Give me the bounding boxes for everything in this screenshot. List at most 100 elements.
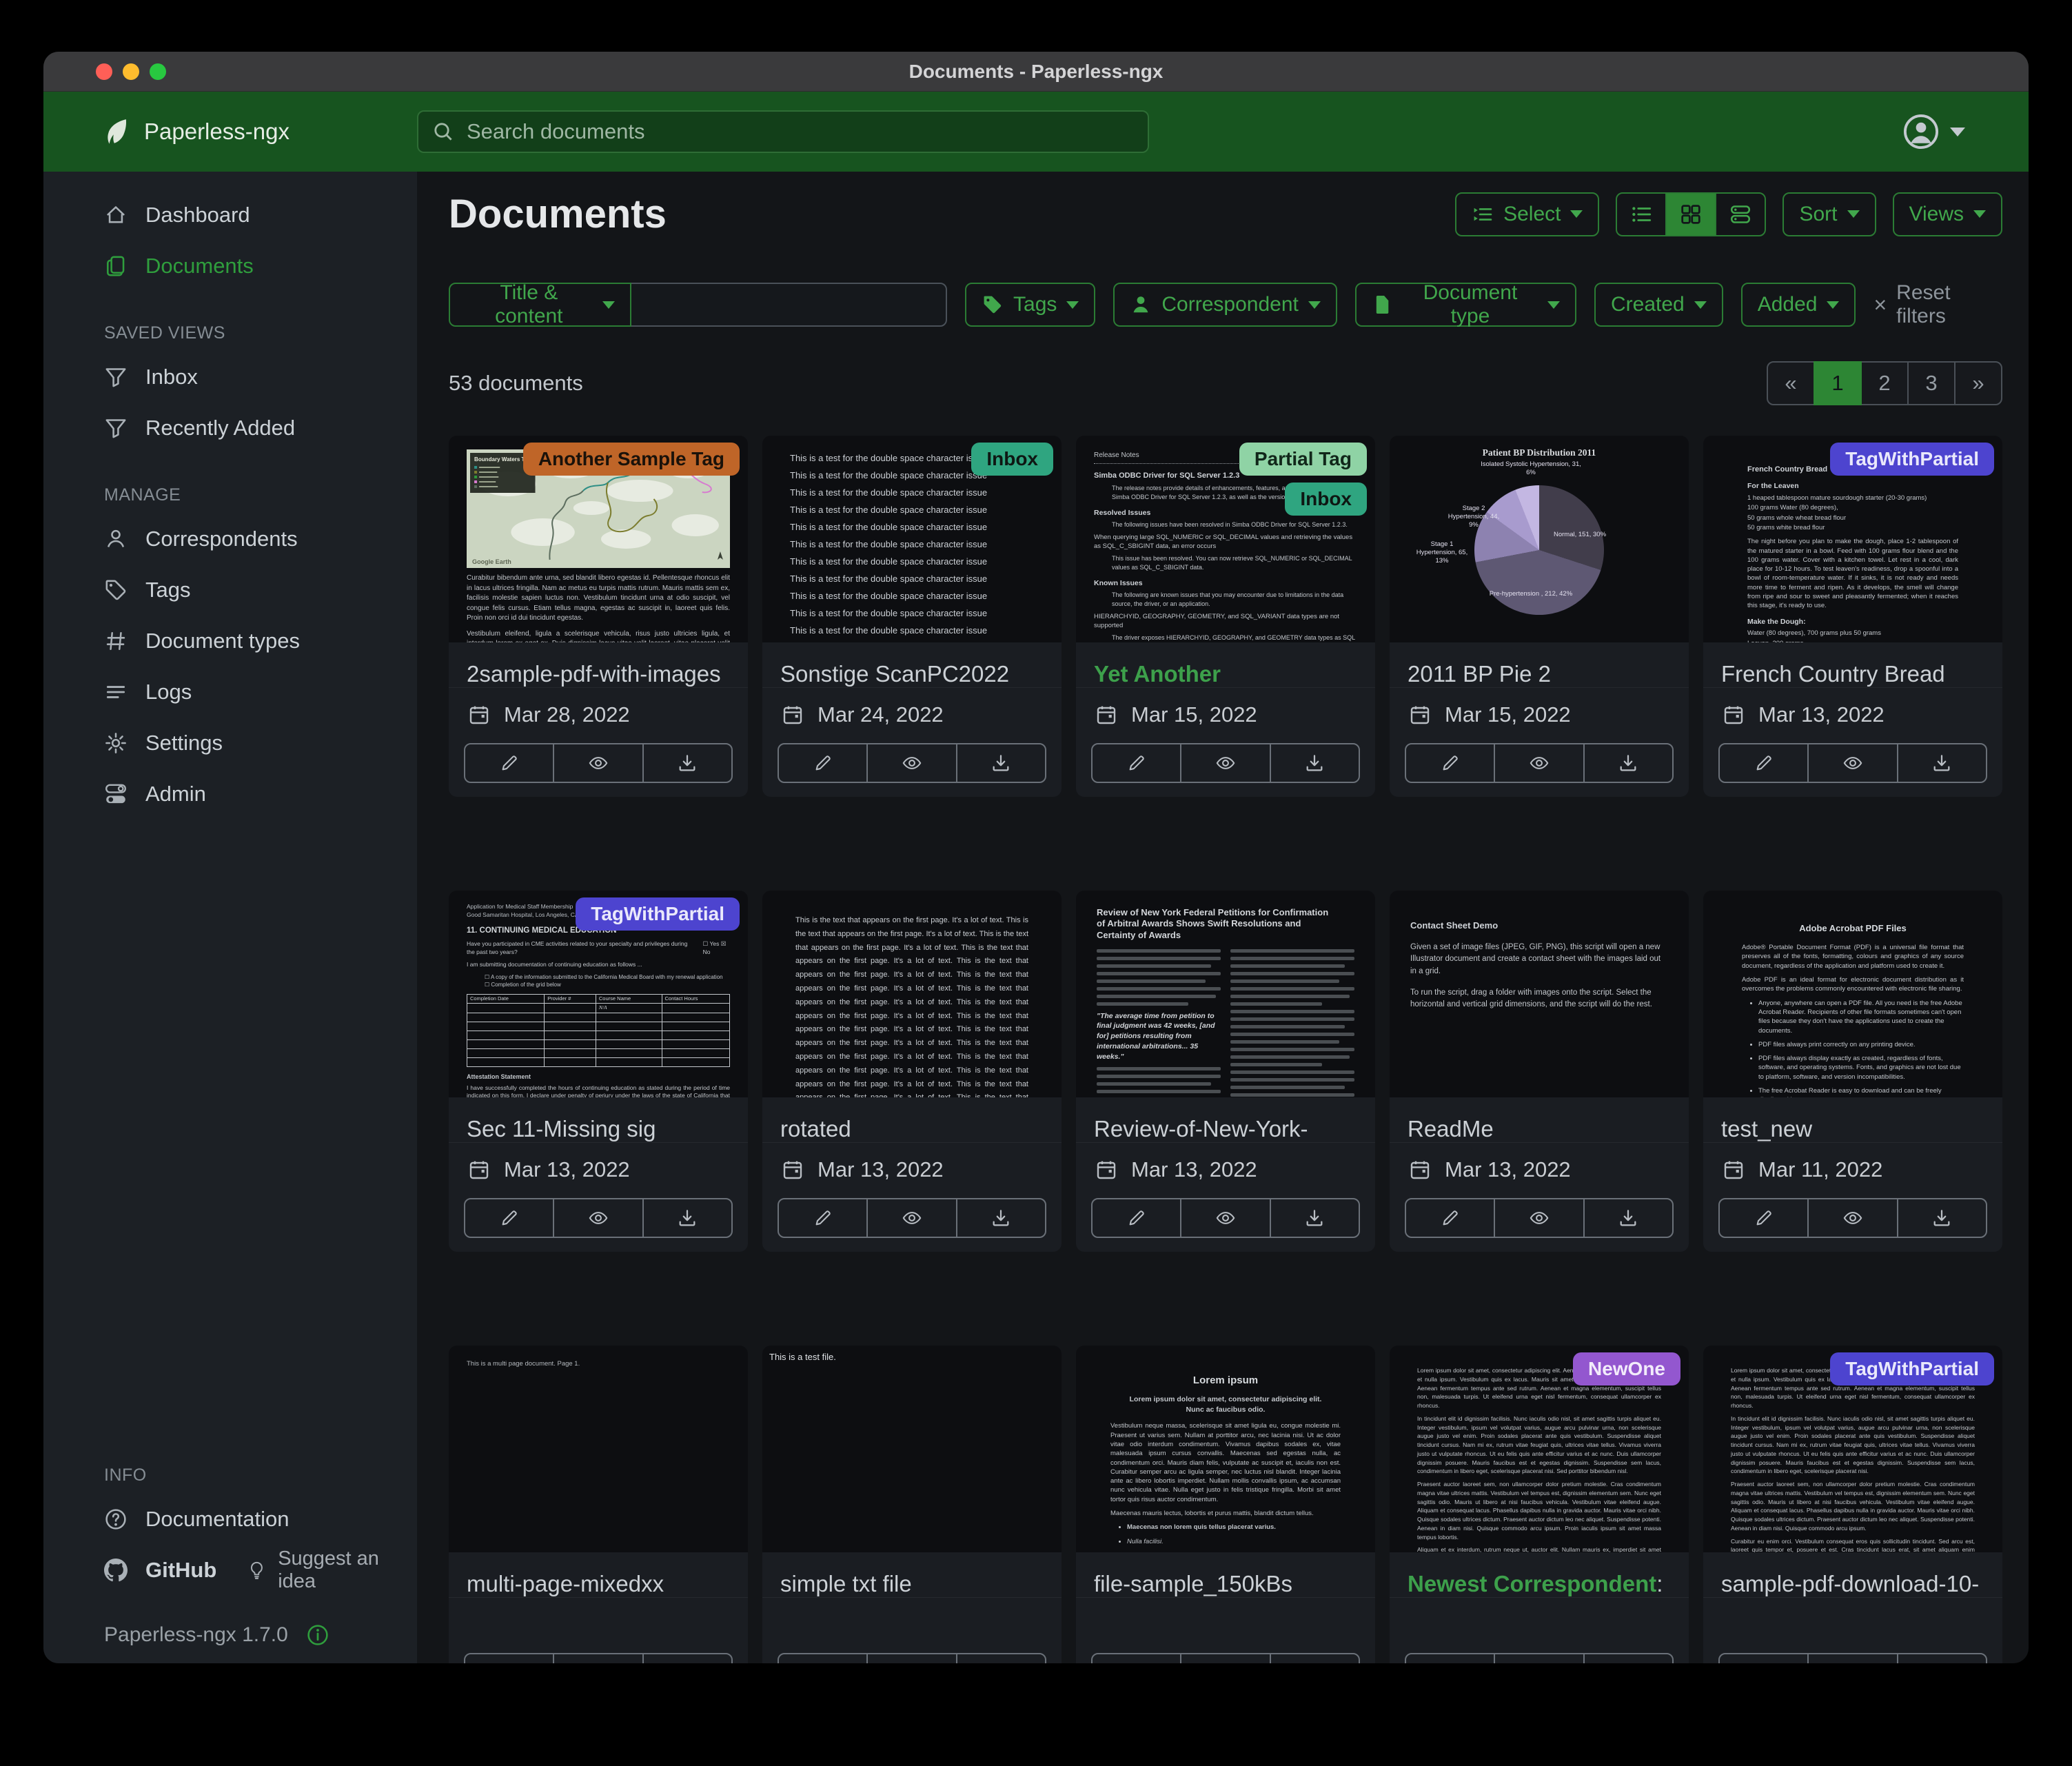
sort-button[interactable]: Sort bbox=[1782, 192, 1876, 236]
document-thumbnail[interactable]: NewOne Lorem ipsum dolor sit amet, conse… bbox=[1390, 1346, 1689, 1552]
download-button[interactable] bbox=[1583, 1654, 1672, 1663]
download-button[interactable] bbox=[956, 1654, 1045, 1663]
search-input[interactable] bbox=[465, 119, 1134, 145]
document-title[interactable]: ReadMe bbox=[1390, 1097, 1689, 1142]
document-card[interactable]: This is a multi page document. Page 1. m… bbox=[449, 1346, 748, 1663]
correspondent-filter-button[interactable]: Correspondent bbox=[1113, 283, 1337, 327]
tags-filter-button[interactable]: Tags bbox=[965, 283, 1095, 327]
document-thumbnail[interactable]: Inbox This is a test for the double spac… bbox=[762, 436, 1062, 642]
select-button[interactable]: Select bbox=[1455, 192, 1599, 236]
view-button[interactable] bbox=[553, 1199, 642, 1237]
created-filter-button[interactable]: Created bbox=[1594, 283, 1723, 327]
document-title[interactable]: Sec 11-Missing sig bbox=[449, 1097, 748, 1142]
view-button[interactable] bbox=[1494, 1199, 1583, 1237]
download-button[interactable] bbox=[1270, 744, 1359, 782]
view-button[interactable] bbox=[1180, 1199, 1269, 1237]
sidebar-item-correspondents[interactable]: Correspondents bbox=[43, 514, 417, 565]
title-content-input[interactable] bbox=[630, 283, 947, 327]
view-button[interactable] bbox=[1807, 1654, 1896, 1663]
document-title[interactable]: 2011 BP Pie 2 bbox=[1390, 642, 1689, 687]
download-button[interactable] bbox=[642, 1654, 731, 1663]
tag-badge[interactable]: TagWithPartial bbox=[576, 897, 740, 931]
edit-button[interactable] bbox=[1406, 1654, 1494, 1663]
tag-badge[interactable]: Another Sample Tag bbox=[523, 443, 740, 476]
edit-button[interactable] bbox=[779, 1654, 866, 1663]
document-card[interactable]: Partial TagInbox Release NotesSimba ODBC… bbox=[1076, 436, 1375, 797]
download-button[interactable] bbox=[956, 744, 1045, 782]
download-button[interactable] bbox=[642, 744, 731, 782]
download-button[interactable] bbox=[642, 1199, 731, 1237]
document-card[interactable]: TagWithPartial Application for Medical S… bbox=[449, 891, 748, 1252]
global-search[interactable] bbox=[417, 110, 1149, 153]
document-title[interactable]: Review-of-New-York-Federal-Petitions-art… bbox=[1076, 1097, 1375, 1142]
edit-button[interactable] bbox=[1406, 744, 1494, 782]
edit-button[interactable] bbox=[779, 1199, 866, 1237]
document-card[interactable]: Adobe Acrobat PDF FilesAdobe® Portable D… bbox=[1703, 891, 2002, 1252]
document-title[interactable]: rotated bbox=[762, 1097, 1062, 1142]
sidebar-item-documents[interactable]: Documents bbox=[43, 241, 417, 292]
edit-button[interactable] bbox=[465, 1654, 553, 1663]
document-thumbnail[interactable]: Partial TagInbox Release NotesSimba ODBC… bbox=[1076, 436, 1375, 642]
view-button[interactable] bbox=[1180, 744, 1269, 782]
tag-badge[interactable]: TagWithPartial bbox=[1830, 443, 1994, 476]
download-button[interactable] bbox=[1583, 744, 1672, 782]
view-button[interactable] bbox=[553, 1654, 642, 1663]
edit-button[interactable] bbox=[1406, 1199, 1494, 1237]
app-brand[interactable]: Paperless-ngx bbox=[43, 117, 417, 146]
document-title[interactable]: 2sample-pdf-with-images bbox=[449, 642, 748, 687]
edit-button[interactable] bbox=[465, 1199, 553, 1237]
added-filter-button[interactable]: Added bbox=[1741, 283, 1856, 327]
edit-button[interactable] bbox=[465, 744, 553, 782]
document-card[interactable]: Another Sample Tag Boundary Waters TripG… bbox=[449, 436, 748, 797]
document-title[interactable]: test_new bbox=[1703, 1097, 2002, 1142]
document-title[interactable]: French Country Bread Revised.docx bbox=[1703, 642, 2002, 687]
document-card[interactable]: NewOne Lorem ipsum dolor sit amet, conse… bbox=[1390, 1346, 1689, 1663]
download-button[interactable] bbox=[1270, 1654, 1359, 1663]
grid-view-button[interactable] bbox=[1665, 192, 1716, 236]
document-thumbnail[interactable]: This is a multi page document. Page 1. bbox=[449, 1346, 748, 1552]
document-title[interactable]: Newest Correspondent: f_combineds bbox=[1390, 1552, 1689, 1597]
view-button[interactable] bbox=[1494, 744, 1583, 782]
correspondent-link[interactable]: Newest Correspondent bbox=[1408, 1571, 1656, 1596]
document-title[interactable]: simple txt file bbox=[762, 1552, 1062, 1597]
document-thumbnail[interactable]: This is the text that appears on the fir… bbox=[762, 891, 1062, 1097]
pagination-next-button[interactable]: » bbox=[1954, 361, 2002, 405]
edit-button[interactable] bbox=[1720, 1654, 1807, 1663]
document-type-filter-button[interactable]: Document type bbox=[1355, 283, 1576, 327]
sidebar-item-dashboard[interactable]: Dashboard bbox=[43, 190, 417, 241]
document-thumbnail[interactable]: Contact Sheet DemoGiven a set of image f… bbox=[1390, 891, 1689, 1097]
document-thumbnail[interactable]: TagWithPartial Lorem ipsum dolor sit ame… bbox=[1703, 1346, 2002, 1552]
document-card[interactable]: This is the text that appears on the fir… bbox=[762, 891, 1062, 1252]
edit-button[interactable] bbox=[779, 744, 866, 782]
document-card[interactable]: TagWithPartial Lorem ipsum dolor sit ame… bbox=[1703, 1346, 2002, 1663]
edit-button[interactable] bbox=[1093, 1654, 1180, 1663]
tag-badge[interactable]: Inbox bbox=[1285, 483, 1367, 516]
view-button[interactable] bbox=[866, 1654, 955, 1663]
document-thumbnail[interactable]: Review of New York Federal Petitions for… bbox=[1076, 891, 1375, 1097]
document-thumbnail[interactable]: Lorem ipsumLorem ipsum dolor sit amet, c… bbox=[1076, 1346, 1375, 1552]
sidebar-item-document-types[interactable]: Document types bbox=[43, 616, 417, 667]
download-button[interactable] bbox=[1897, 1199, 1986, 1237]
view-button[interactable] bbox=[1807, 1199, 1896, 1237]
document-thumbnail[interactable]: This is a test file. bbox=[762, 1346, 1062, 1552]
document-thumbnail[interactable]: TagWithPartial French Country BreadFor t… bbox=[1703, 436, 2002, 642]
sidebar-item-documentation[interactable]: Documentation bbox=[43, 1494, 417, 1545]
user-menu[interactable] bbox=[1902, 112, 2029, 151]
document-card[interactable]: Patient BP Distribution 2011Normal, 151,… bbox=[1390, 436, 1689, 797]
view-button[interactable] bbox=[553, 744, 642, 782]
document-card[interactable]: Inbox This is a test for the double spac… bbox=[762, 436, 1062, 797]
info-circle-icon[interactable] bbox=[306, 1623, 329, 1647]
detail-view-button[interactable] bbox=[1715, 192, 1766, 236]
sidebar-item-logs[interactable]: Logs bbox=[43, 667, 417, 718]
edit-button[interactable] bbox=[1093, 744, 1180, 782]
download-button[interactable] bbox=[1270, 1199, 1359, 1237]
document-title[interactable]: Sonstige ScanPC2022 03-24_081058 bbox=[762, 642, 1062, 687]
download-button[interactable] bbox=[956, 1199, 1045, 1237]
views-button[interactable]: Views bbox=[1893, 192, 2002, 236]
download-button[interactable] bbox=[1897, 744, 1986, 782]
document-card[interactable]: TagWithPartial French Country BreadFor t… bbox=[1703, 436, 2002, 797]
sidebar-item-recently-added[interactable]: Recently Added bbox=[43, 403, 417, 454]
view-button[interactable] bbox=[1807, 744, 1896, 782]
document-card[interactable]: This is a test file. simple txt file bbox=[762, 1346, 1062, 1663]
correspondent-link[interactable]: Yet Another Correspondent bbox=[1094, 661, 1257, 687]
